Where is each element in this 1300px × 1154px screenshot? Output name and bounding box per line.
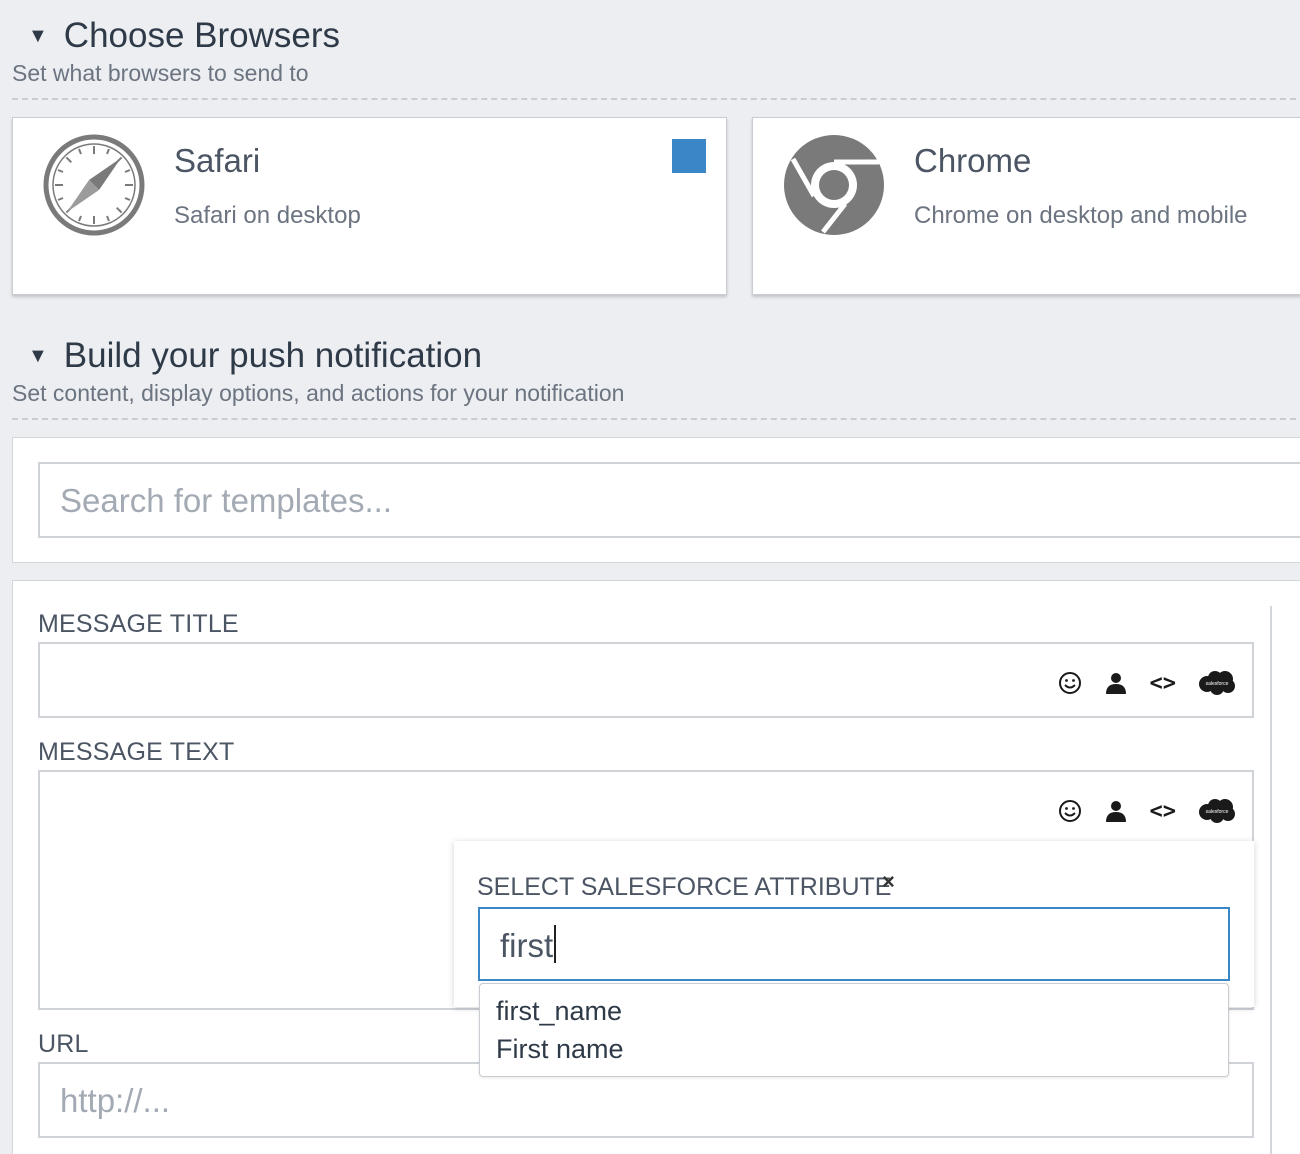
scroll-track: [1270, 606, 1272, 1154]
browsers-section-title: Choose Browsers: [63, 16, 341, 55]
message-text-toolbar: <> salesforce: [1058, 798, 1237, 824]
url-label: URL: [38, 1030, 89, 1058]
safari-checkbox[interactable]: [672, 139, 706, 173]
template-search-placeholder: Search for templates...: [60, 482, 392, 519]
popover-label: SELECT SALESFORCE ATTRIBUTE: [477, 873, 892, 901]
message-title-input[interactable]: <> salesforce: [38, 642, 1254, 718]
page: ▼ Choose Browsers Set what browsers to s…: [0, 0, 1300, 1154]
browsers-section-subtitle: Set what browsers to send to: [12, 60, 309, 86]
code-icon[interactable]: <>: [1150, 671, 1177, 696]
build-section-subtitle: Set content, display options, and action…: [12, 380, 625, 406]
browser-card-chrome[interactable]: Chrome Chrome on desktop and mobile: [752, 117, 1300, 295]
attribute-suggestions: first_name First name: [479, 983, 1229, 1077]
browser-name: Safari: [174, 142, 261, 179]
safari-icon: [43, 134, 145, 236]
chrome-icon: [784, 135, 884, 235]
browser-card-safari[interactable]: Safari Safari on desktop: [12, 117, 727, 295]
message-text-label: MESSAGE TEXT: [38, 738, 235, 766]
browsers-section-toggle[interactable]: ▼ Choose Browsers: [12, 14, 1296, 58]
attribute-search-input[interactable]: first: [478, 907, 1230, 981]
message-title-toolbar: <> salesforce: [1058, 670, 1237, 696]
build-section-title: Build your push notification: [63, 336, 483, 375]
browser-name: Chrome: [914, 142, 1032, 179]
message-title-label: MESSAGE TITLE: [38, 610, 239, 638]
section-divider: [12, 98, 1296, 100]
text-cursor: [554, 925, 557, 963]
code-icon[interactable]: <>: [1150, 799, 1177, 824]
template-search-input[interactable]: Search for templates...: [38, 462, 1300, 538]
attribute-search-value: first: [500, 927, 554, 964]
browser-description: Safari on desktop: [174, 202, 361, 229]
emoji-icon[interactable]: [1058, 799, 1082, 823]
build-section-toggle[interactable]: ▼ Build your push notification: [12, 334, 1296, 378]
emoji-icon[interactable]: [1058, 671, 1082, 695]
build-section-header: ▼ Build your push notification Set conte…: [12, 334, 1296, 407]
svg-text:salesforce: salesforce: [1206, 809, 1229, 815]
section-divider: [12, 418, 1296, 420]
browser-description: Chrome on desktop and mobile: [914, 202, 1248, 229]
salesforce-icon[interactable]: salesforce: [1198, 798, 1236, 824]
attribute-option[interactable]: First name: [496, 1034, 624, 1065]
attribute-option[interactable]: first_name: [496, 996, 622, 1027]
collapse-caret-icon[interactable]: ▼: [28, 25, 48, 48]
close-icon[interactable]: ×: [882, 869, 895, 895]
svg-text:salesforce: salesforce: [1206, 681, 1229, 687]
person-icon[interactable]: [1104, 799, 1128, 823]
collapse-caret-icon[interactable]: ▼: [28, 345, 48, 368]
url-placeholder: http://...: [60, 1082, 171, 1119]
person-icon[interactable]: [1104, 671, 1128, 695]
salesforce-icon[interactable]: salesforce: [1198, 670, 1236, 696]
browsers-section-header: ▼ Choose Browsers Set what browsers to s…: [12, 14, 1296, 87]
